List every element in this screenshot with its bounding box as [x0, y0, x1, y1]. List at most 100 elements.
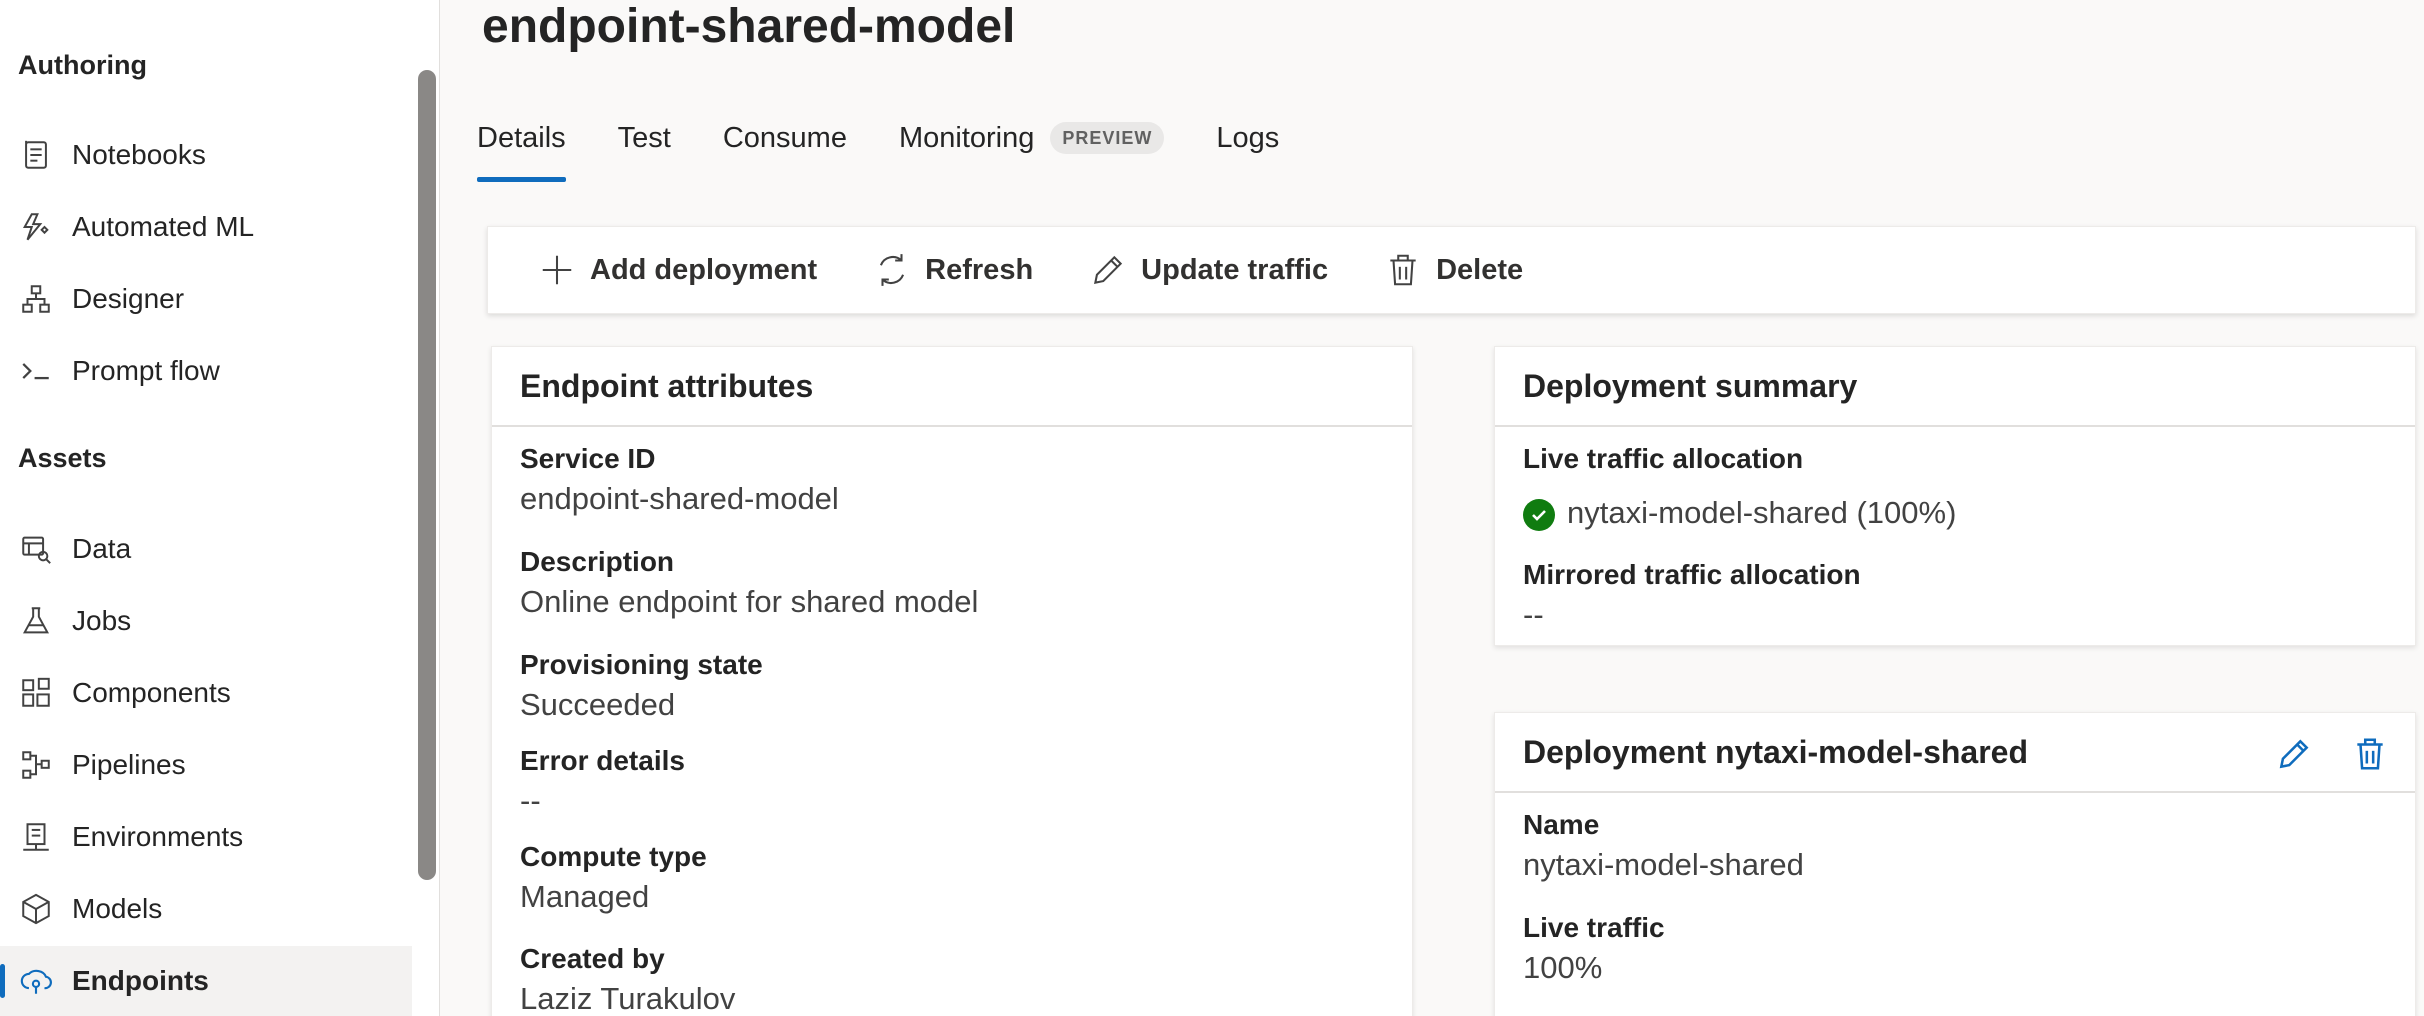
field-deployment-name: Name nytaxi-model-shared: [1523, 809, 1804, 883]
field-created-by: Created by Laziz Turakulov: [520, 943, 735, 1016]
nav-item-prompt-flow[interactable]: Prompt flow: [0, 336, 412, 406]
deployment-summary-card: Deployment summary Live traffic allocati…: [1494, 346, 2416, 646]
field-label: Service ID: [520, 443, 656, 474]
field-label: Live traffic allocation: [1523, 443, 1804, 474]
deployment-summary-title: Deployment summary: [1495, 347, 2415, 427]
preview-badge: PREVIEW: [1050, 122, 1165, 154]
field-label: Name: [1523, 809, 1600, 840]
edit-deployment-button[interactable]: [2273, 733, 2315, 775]
jobs-icon: [18, 603, 54, 639]
delete-deployment-button[interactable]: [2349, 733, 2391, 775]
nav-item-data[interactable]: Data: [0, 514, 412, 584]
notebook-icon: [18, 137, 54, 173]
deployment-actions: [2239, 733, 2391, 775]
tab-logs[interactable]: Logs: [1216, 112, 1279, 182]
field-value: Managed: [520, 879, 650, 914]
sidebar-scrollbar[interactable]: [418, 70, 436, 880]
section-title-assets: Assets: [18, 443, 107, 473]
field-value: Laziz Turakulov: [520, 981, 736, 1016]
nav-label: Environments: [72, 821, 244, 852]
nav-item-designer[interactable]: Designer: [0, 264, 412, 334]
refresh-icon: [880, 254, 905, 286]
field-live-traffic: Live traffic 100%: [1523, 912, 1665, 986]
models-icon: [18, 891, 54, 927]
section-title-authoring: Authoring: [18, 50, 147, 80]
field-compute-type: Compute type Managed: [520, 841, 707, 915]
refresh-label: Refresh: [925, 253, 1034, 286]
delete-label: Delete: [1436, 253, 1524, 286]
endpoint-attributes-card: Endpoint attributes Service ID endpoint-…: [491, 346, 1413, 1016]
nav-label: Components: [72, 677, 231, 708]
trash-icon: [2357, 738, 2383, 770]
nav-item-models[interactable]: Models: [0, 874, 412, 944]
tab-bar: Details Test Consume Monitoring PREVIEW …: [477, 112, 1331, 182]
deployment-card-header: Deployment nytaxi-model-shared: [1495, 713, 2415, 793]
delete-button[interactable]: Delete: [1384, 251, 1523, 289]
field-label: Description: [520, 546, 675, 577]
field-label: Provisioning state: [520, 649, 763, 680]
tab-consume[interactable]: Consume: [723, 112, 847, 182]
nav-item-components[interactable]: Components: [0, 658, 412, 728]
deployment-detail-card: Deployment nytaxi-model-shared Name nyta…: [1494, 712, 2416, 1016]
tab-label: Consume: [722, 122, 847, 154]
nav-label: Designer: [72, 283, 185, 314]
automated-ml-icon: [18, 209, 54, 245]
field-service-id: Service ID endpoint-shared-model: [520, 443, 839, 517]
nav-label: Pipelines: [72, 749, 186, 780]
success-check-icon: [1523, 498, 1555, 531]
field-label: Mirrored traffic allocation: [1523, 559, 1861, 590]
nav-item-notebooks[interactable]: Notebooks: [0, 120, 412, 190]
nav-label: Prompt flow: [72, 355, 220, 386]
field-label: Compute type: [520, 841, 707, 872]
command-bar: Add deployment Refresh Update traffic De…: [487, 226, 2416, 314]
nav-label: Endpoints: [72, 965, 209, 996]
app-root: Authoring Notebooks Automated ML Designe…: [0, 0, 2424, 1016]
nav-label: Notebooks: [72, 139, 206, 170]
refresh-button[interactable]: Refresh: [873, 251, 1033, 289]
field-value: endpoint-shared-model: [520, 481, 839, 516]
update-traffic-button[interactable]: Update traffic: [1089, 251, 1328, 289]
nav-label: Models: [72, 893, 163, 924]
designer-icon: [18, 281, 54, 317]
tab-label: Logs: [1216, 122, 1280, 154]
add-deployment-label: Add deployment: [590, 253, 818, 286]
prompt-flow-icon: [18, 353, 54, 389]
tab-details[interactable]: Details: [477, 112, 566, 182]
update-traffic-label: Update traffic: [1141, 253, 1329, 286]
deployment-title: Deployment nytaxi-model-shared: [1523, 733, 2028, 770]
field-mirrored-traffic-allocation: Mirrored traffic allocation --: [1523, 559, 1861, 633]
tab-label: Monitoring: [898, 122, 1035, 154]
tab-monitoring[interactable]: Monitoring PREVIEW: [898, 112, 1165, 182]
live-traffic-text: nytaxi-model-shared (100%): [1567, 495, 1957, 530]
endpoint-attributes-title: Endpoint attributes: [492, 347, 1412, 427]
endpoints-icon: [18, 963, 54, 999]
tab-test[interactable]: Test: [618, 112, 671, 182]
left-navigation: Authoring Notebooks Automated ML Designe…: [0, 0, 440, 1016]
field-value: nytaxi-model-shared: [1523, 847, 1804, 882]
field-label: Live traffic: [1523, 912, 1665, 943]
field-value: --: [520, 783, 541, 818]
pipelines-icon: [18, 747, 54, 783]
field-error-details: Error details --: [520, 745, 685, 819]
live-traffic-value: nytaxi-model-shared (100%): [1523, 495, 1956, 531]
field-provisioning-state: Provisioning state Succeeded: [520, 649, 763, 723]
field-value: Succeeded: [520, 687, 676, 722]
field-value: --: [1523, 597, 1544, 632]
nav-label: Data: [72, 533, 132, 564]
field-live-traffic-allocation: Live traffic allocation nytaxi-model-sha…: [1523, 443, 1956, 531]
nav-item-automated-ml[interactable]: Automated ML: [0, 192, 412, 262]
nav-item-environments[interactable]: Environments: [0, 802, 412, 872]
nav-item-endpoints[interactable]: Endpoints: [0, 946, 412, 1016]
nav-label: Automated ML: [72, 211, 255, 242]
field-label: Created by: [520, 943, 665, 974]
nav-item-jobs[interactable]: Jobs: [0, 586, 412, 656]
add-deployment-button[interactable]: Add deployment: [538, 251, 817, 289]
tab-label: Test: [617, 122, 671, 154]
environments-icon: [18, 819, 54, 855]
field-description: Description Online endpoint for shared m…: [520, 546, 978, 620]
nav-item-pipelines[interactable]: Pipelines: [0, 730, 412, 800]
pencil-icon: [2279, 739, 2309, 769]
field-value: Online endpoint for shared model: [520, 584, 979, 619]
field-value: 100%: [1523, 950, 1603, 985]
trash-icon: [1390, 254, 1416, 286]
